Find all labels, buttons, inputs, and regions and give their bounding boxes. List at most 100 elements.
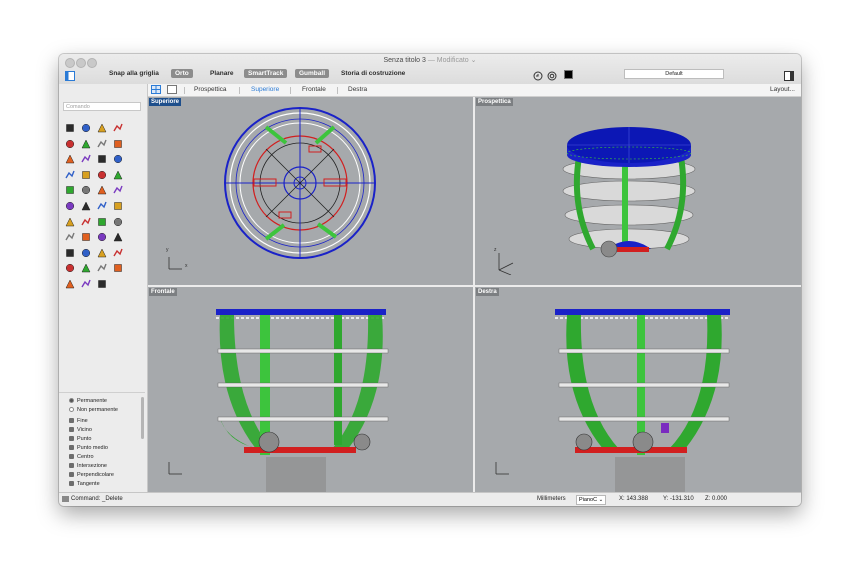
axis-x-label: x xyxy=(185,263,188,269)
tool-move-icon[interactable] xyxy=(65,214,75,226)
gumball-toggle[interactable]: Gumball xyxy=(295,69,330,78)
osnap-midpoint-checkbox[interactable]: Punto medio xyxy=(69,444,108,452)
viewport-tabs: Prospettica Superiore Frontale Destra La… xyxy=(147,84,801,97)
tab-prospettica[interactable]: Prospettica xyxy=(194,86,227,93)
tool-ellipse-icon[interactable] xyxy=(97,136,107,147)
command-input[interactable]: Comando xyxy=(63,102,141,111)
tool-rotate-icon[interactable] xyxy=(81,214,91,225)
tab-superiore[interactable]: Superiore xyxy=(251,86,279,93)
tool-cylinder-icon[interactable] xyxy=(97,167,107,179)
current-layer-select[interactable]: Default xyxy=(624,69,724,79)
tool-loft-icon[interactable] xyxy=(81,182,91,195)
tool-box-icon[interactable] xyxy=(65,167,75,179)
viewport-top-label[interactable]: Superiore xyxy=(149,98,182,106)
tool-light-icon[interactable] xyxy=(97,260,107,272)
toggle-sidebar-icon[interactable] xyxy=(65,68,75,81)
osnap-intersection-checkbox[interactable]: Intersezione xyxy=(69,462,107,470)
tool-sphere-icon[interactable] xyxy=(81,167,91,179)
axis-indicator-front xyxy=(168,462,182,475)
viewport-right[interactable]: Destra xyxy=(475,287,801,492)
tool-sweep-icon[interactable] xyxy=(97,182,107,195)
tool-text-icon[interactable] xyxy=(81,245,91,257)
tool-offset-icon[interactable] xyxy=(97,151,107,163)
tool-analyze-icon[interactable] xyxy=(65,276,75,289)
four-viewports-icon[interactable] xyxy=(151,85,161,94)
osnap-end-checkbox[interactable]: Fine xyxy=(69,417,88,425)
tool-curve-icon[interactable] xyxy=(65,151,75,164)
osnap-scrollbar[interactable] xyxy=(141,397,144,439)
tool-dimension-icon[interactable] xyxy=(65,245,75,257)
axis-z-label: z xyxy=(494,247,497,253)
tool-layer-icon[interactable] xyxy=(113,245,123,257)
tool-circle-icon[interactable] xyxy=(65,136,75,148)
history-toggle[interactable]: Storia di costruzione xyxy=(341,70,405,77)
osnap-perpendicular-checkbox[interactable]: Perpendicolare xyxy=(69,471,114,479)
tab-frontale[interactable]: Frontale xyxy=(302,86,326,93)
orto-toggle[interactable]: Orto xyxy=(171,69,193,78)
single-viewport-icon[interactable] xyxy=(167,85,177,94)
tool-group-icon[interactable] xyxy=(113,229,123,242)
tab-destra[interactable]: Destra xyxy=(348,86,367,93)
z-coordinate: Z: 0.000 xyxy=(705,496,728,502)
tool-boolean-union-icon[interactable] xyxy=(65,198,75,211)
osnap-center-checkbox[interactable]: Centro xyxy=(69,453,94,461)
tool-array-icon[interactable] xyxy=(65,229,75,241)
osnap-near-checkbox[interactable]: Vicino xyxy=(69,426,92,434)
viewport-right-label[interactable]: Destra xyxy=(476,288,499,296)
osnap-temporary-radio[interactable]: Non permanente xyxy=(69,406,118,414)
x-coordinate: X: 143.388 xyxy=(619,496,649,502)
tool-mirror-icon[interactable] xyxy=(113,214,123,226)
title-bar: Senza titolo 3 — Modificato ⌄ Snap alla … xyxy=(59,54,801,85)
tool-material-icon[interactable] xyxy=(81,260,91,273)
viewport-top[interactable]: y x Superiore xyxy=(148,97,473,285)
tool-rectangle-icon[interactable] xyxy=(113,136,123,148)
osnap-tangent-checkbox[interactable]: Tangente xyxy=(69,480,100,488)
axis-indicator-top xyxy=(168,257,182,270)
tool-point-icon[interactable] xyxy=(81,120,91,133)
osnap-point-checkbox[interactable]: Punto xyxy=(69,435,91,443)
tool-join-icon[interactable] xyxy=(81,229,91,241)
layout-button[interactable]: Layout... xyxy=(770,86,795,93)
tool-cone-icon[interactable] xyxy=(113,167,123,180)
command-line[interactable]: Command: _Delete xyxy=(71,496,123,502)
tool-trim-icon[interactable] xyxy=(113,198,123,210)
tool-split-icon[interactable] xyxy=(97,198,107,210)
tool-extrude-icon[interactable] xyxy=(65,182,75,195)
tool-camera-icon[interactable] xyxy=(113,260,123,273)
history-icon[interactable] xyxy=(533,68,543,81)
front-view-model xyxy=(216,309,389,492)
cplane-select[interactable]: PianoC ⌄ xyxy=(576,495,607,505)
status-bar: Command: _Delete Millimeters PianoC ⌄ X:… xyxy=(59,492,801,506)
tool-select-icon[interactable] xyxy=(65,120,75,132)
tool-hatch-icon[interactable] xyxy=(97,245,107,258)
tool-line-icon[interactable] xyxy=(97,120,107,133)
tool-explode-icon[interactable] xyxy=(97,229,107,242)
tool-pan-icon[interactable] xyxy=(97,276,107,288)
viewport-perspective[interactable]: z Prospettica xyxy=(475,97,801,285)
osnap-icon[interactable] xyxy=(547,68,557,81)
layer-color-swatch[interactable] xyxy=(564,70,573,79)
tool-revolve-icon[interactable] xyxy=(113,182,123,194)
osnap-panel: Permanente Non permanente Fine Vicino Pu… xyxy=(59,392,145,493)
top-view-model xyxy=(224,107,376,259)
left-sidebar: Comando Permanente Non permanente Fine V… xyxy=(59,84,148,492)
planare-toggle[interactable]: Planare xyxy=(210,70,234,77)
toggle-right-panel-icon[interactable] xyxy=(784,68,794,81)
tool-render-icon[interactable] xyxy=(65,260,75,273)
viewport-perspective-label[interactable]: Prospettica xyxy=(476,98,513,106)
tool-polyline-icon[interactable] xyxy=(113,120,123,132)
tool-rebuild-icon[interactable] xyxy=(81,151,91,163)
tool-boolean-diff-icon[interactable] xyxy=(81,198,91,211)
command-history-icon[interactable] xyxy=(62,496,69,502)
viewport-front-label[interactable]: Frontale xyxy=(149,288,177,296)
tool-scale-icon[interactable] xyxy=(97,214,107,226)
tool-arc-icon[interactable] xyxy=(81,136,91,148)
tool-zoom-icon[interactable] xyxy=(81,276,91,288)
viewport-front[interactable]: Frontale xyxy=(148,287,473,492)
snap-grid-toggle[interactable]: Snap alla griglia xyxy=(109,70,159,77)
osnap-permanent-radio[interactable]: Permanente xyxy=(69,397,107,405)
tool-fillet-icon[interactable] xyxy=(113,151,123,164)
rhino-window: Senza titolo 3 — Modificato ⌄ Snap alla … xyxy=(59,54,801,506)
smarttrack-toggle[interactable]: SmartTrack xyxy=(244,69,288,78)
y-coordinate: Y: -131.310 xyxy=(663,496,694,502)
